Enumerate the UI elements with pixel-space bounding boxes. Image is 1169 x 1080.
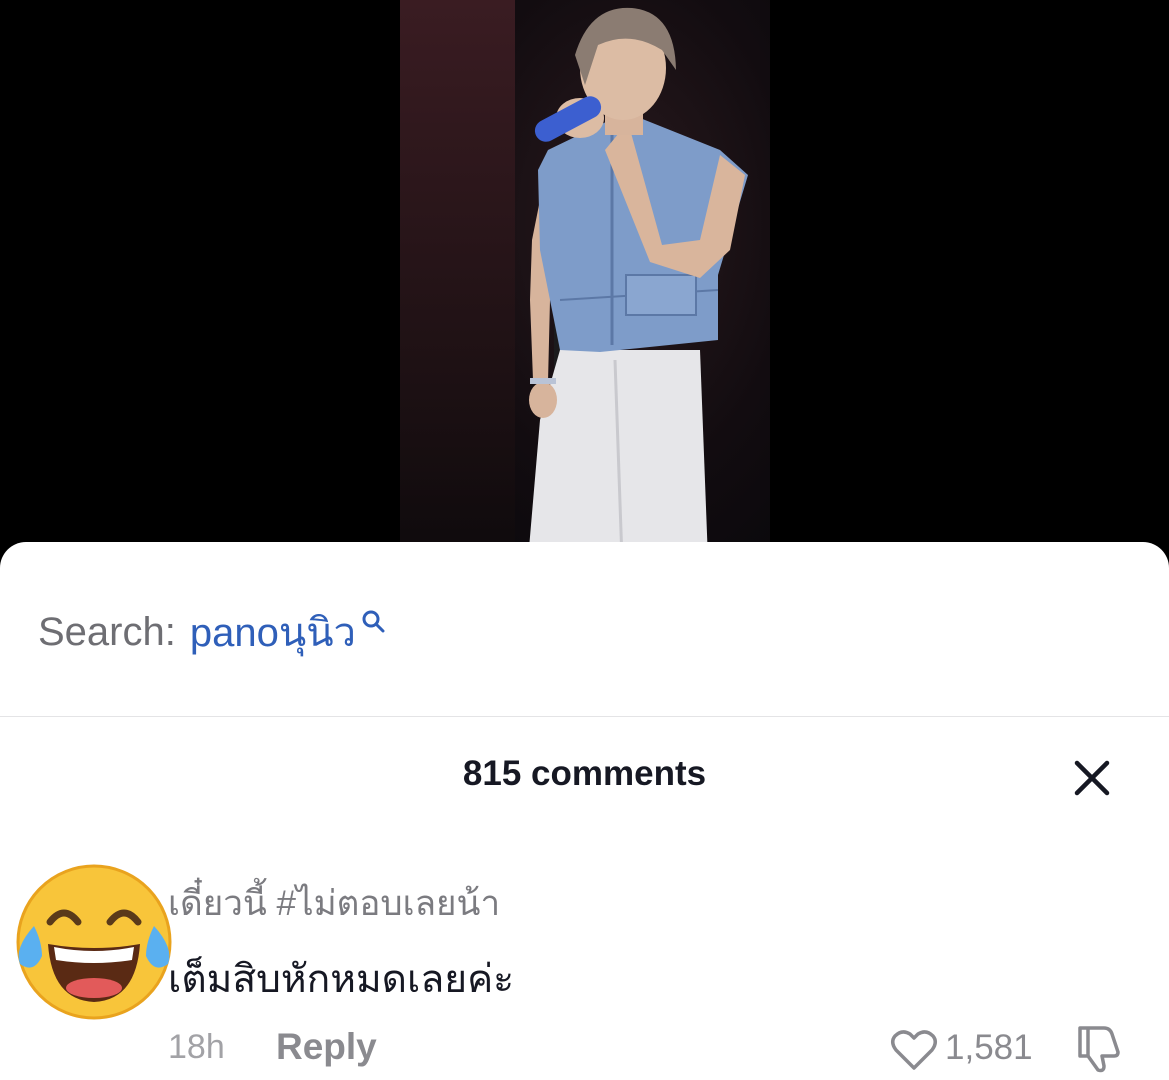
comments-count-title: 815 comments bbox=[462, 754, 707, 793]
thumbs-down-icon[interactable] bbox=[1074, 1024, 1122, 1074]
comments-sheet: Search: panoนุนิว 815 comments เดี๋ยวนี้… bbox=[0, 542, 1169, 1080]
close-icon[interactable] bbox=[1072, 758, 1112, 798]
performer-image bbox=[528, 7, 748, 560]
video-player[interactable] bbox=[0, 0, 1169, 560]
like-count: 1,581 bbox=[945, 1028, 1033, 1067]
divider bbox=[0, 716, 1169, 717]
search-query-link[interactable]: panoนุนิว bbox=[190, 600, 356, 664]
comment-username[interactable]: เดี๋ยวนี้ #ไม่ตอบเลยน้า bbox=[168, 876, 500, 931]
heart-icon[interactable] bbox=[890, 1028, 938, 1072]
video-frame[interactable] bbox=[400, 0, 770, 560]
reply-button[interactable]: Reply bbox=[276, 1026, 377, 1068]
search-label: Search: bbox=[38, 609, 176, 654]
search-suggestion[interactable]: Search: panoนุนิว bbox=[38, 602, 386, 662]
comment-text: เต็มสิบหักหมดเลยค่ะ bbox=[168, 958, 515, 1001]
tears-of-joy-emoji-avatar[interactable] bbox=[12, 860, 176, 1024]
search-icon[interactable] bbox=[360, 608, 386, 634]
comment-timestamp: 18h bbox=[168, 1028, 225, 1066]
